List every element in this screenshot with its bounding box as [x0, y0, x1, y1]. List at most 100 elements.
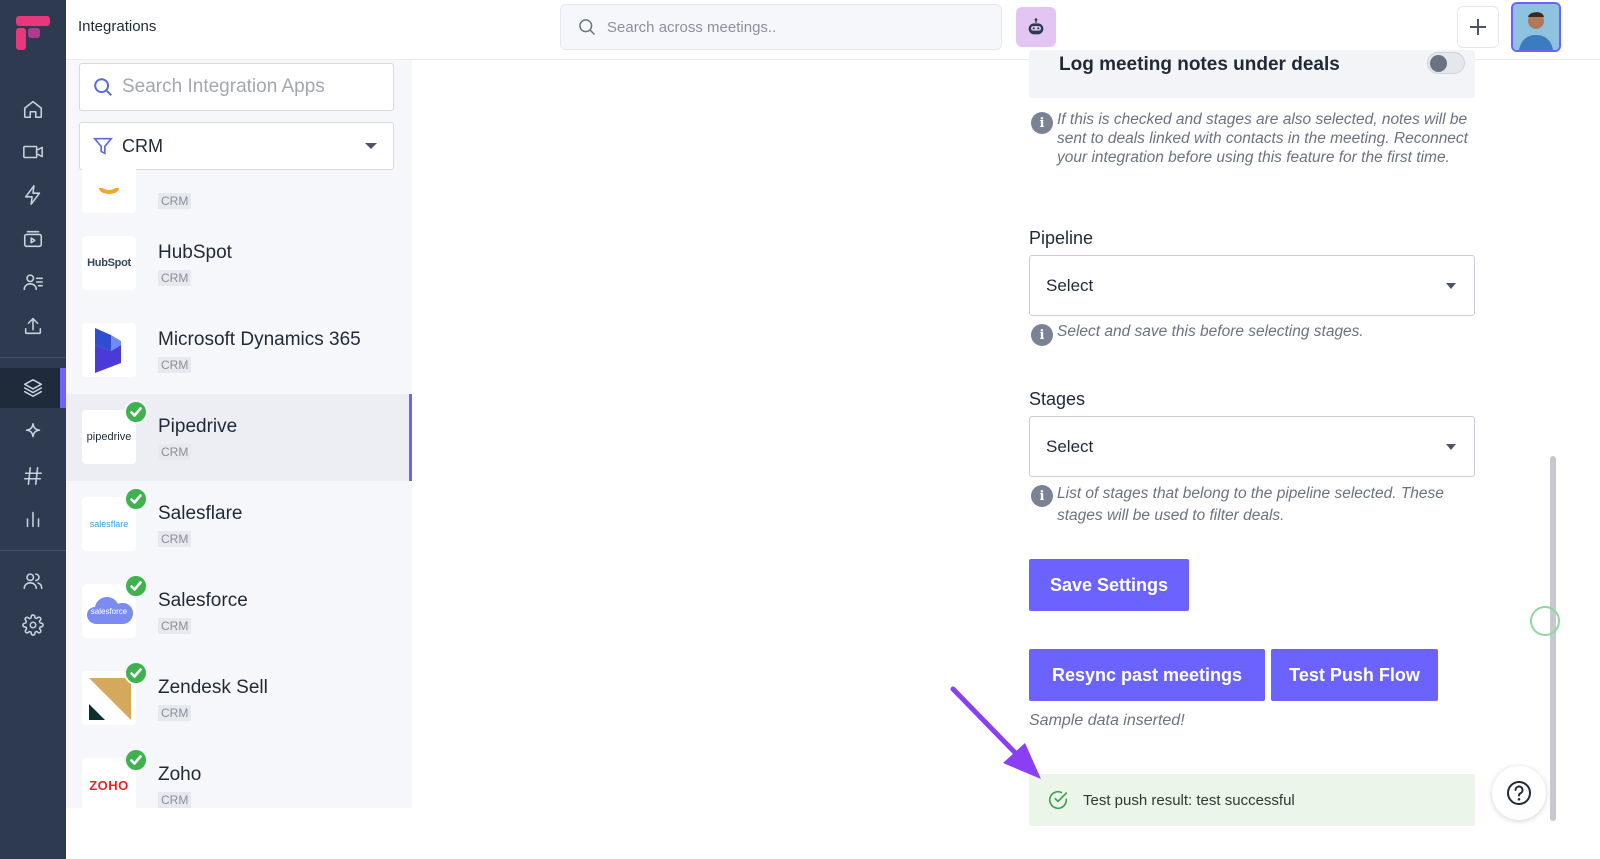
salesforce-logo-text: salesforce [90, 606, 128, 616]
connected-check-icon [124, 400, 148, 424]
integration-name: Zendesk Sell [158, 677, 268, 698]
integration-category-tag: CRM [158, 705, 192, 721]
salesflare-logo-text: salesflare [89, 519, 129, 529]
integration-name: Microsoft Dynamics 365 [158, 329, 361, 350]
hubspot-logo: HubSpot [82, 236, 136, 290]
dynamics-logo-shape [95, 328, 121, 373]
info-icon: i [1031, 485, 1053, 507]
test-push-flow-button[interactable]: Test Push Flow [1271, 649, 1438, 701]
pipeline-info: i Select and save this before selecting … [1031, 322, 1473, 346]
gear-icon [22, 614, 44, 636]
pipeline-select-value: Select [1046, 276, 1094, 295]
integration-category-tag: CRM [158, 357, 192, 373]
search-icon [579, 19, 596, 36]
nav-divider [0, 550, 66, 551]
integration-row-pipedrive[interactable]: pipedrive Pipedrive CRM [66, 394, 412, 481]
zoho-logo-text: ZOHO [89, 777, 129, 793]
scrollbar[interactable] [1550, 456, 1556, 821]
hubspot-logo-text: HubSpot [87, 257, 131, 269]
connected-check-icon [124, 574, 148, 598]
plus-icon [1470, 19, 1486, 35]
integration-name: Zoho [158, 764, 202, 785]
nav-integrations[interactable] [0, 368, 66, 408]
video-camera-icon [23, 145, 43, 159]
integration-row-zoho[interactable]: ZOHO Zoho CRM [66, 742, 412, 808]
question-icon [1507, 781, 1531, 805]
stages-select-value: Select [1046, 437, 1094, 456]
nav-automation[interactable] [0, 175, 66, 215]
nav-ai[interactable] [0, 412, 66, 452]
lightning-icon [24, 185, 41, 205]
integration-search[interactable] [79, 63, 394, 111]
zendesk-logo-shape [89, 678, 131, 720]
log-deals-toggle[interactable] [1427, 52, 1465, 74]
nav-analytics[interactable] [0, 499, 66, 539]
integration-category-tag: CRM [158, 531, 192, 547]
resync-meetings-button[interactable]: Resync past meetings [1029, 649, 1265, 701]
robot-icon [1028, 18, 1044, 35]
add-button[interactable] [1457, 6, 1499, 48]
integration-row-dynamics[interactable]: Microsoft Dynamics 365 CRM [66, 307, 412, 394]
integration-category-tag: CRM [158, 444, 192, 460]
connected-check-icon [124, 748, 148, 772]
nav-home[interactable] [0, 89, 66, 129]
info-icon: i [1031, 112, 1053, 134]
cursor-indicator [1530, 606, 1560, 636]
home-icon [23, 100, 43, 119]
test-push-result: Test push result: test successful [1029, 774, 1475, 826]
help-button[interactable] [1492, 766, 1546, 820]
integration-category-tag: CRM [158, 792, 192, 808]
avatar-portrait [1513, 4, 1559, 50]
pipedrive-logo-text: pipedrive [86, 431, 132, 443]
integration-row-salesflare[interactable]: salesflare Salesflare CRM [66, 481, 412, 568]
app-root: Integrations Search across meetings.. Se… [0, 0, 1600, 859]
annotation-arrow-icon [950, 686, 1041, 779]
stages-info-text: List of stages that belong to the pipeli… [1057, 485, 1444, 524]
user-avatar[interactable] [1511, 2, 1561, 52]
nav-rail [0, 0, 66, 859]
sparkle-icon [25, 422, 41, 438]
stages-select[interactable]: Select [1029, 416, 1475, 477]
app-logo[interactable] [14, 14, 52, 52]
nav-playlists[interactable] [0, 219, 66, 259]
layers-icon [23, 378, 43, 398]
save-settings-button[interactable]: Save Settings [1029, 559, 1189, 611]
integration-name: Pipedrive [158, 416, 238, 437]
integration-row-salesforce[interactable]: salesforce Salesforce CRM [66, 568, 412, 655]
pipeline-info-text: Select and save this before selecting st… [1057, 323, 1364, 340]
global-search[interactable] [560, 4, 1002, 50]
nav-meetings[interactable] [0, 132, 66, 172]
integration-row-zendesk-sell[interactable]: Zendesk Sell CRM [66, 655, 412, 742]
media-stack-icon [23, 230, 43, 248]
page-title: Integrations [78, 18, 157, 35]
pipeline-select[interactable]: Select [1029, 255, 1475, 316]
log-deals-info: i If this is checked and stages are also… [1031, 110, 1473, 167]
integration-category-tag: CRM [158, 270, 192, 286]
stages-info: i List of stages that belong to the pipe… [1031, 483, 1473, 527]
integration-list-panel: CRM CRM HubSpot HubSpot CRM [66, 60, 412, 808]
integration-row-hubspot[interactable]: HubSpot HubSpot CRM [66, 220, 412, 307]
integration-name: HubSpot [158, 242, 232, 263]
search-icon [94, 78, 112, 96]
info-icon: i [1031, 324, 1053, 346]
nav-upload[interactable] [0, 306, 66, 346]
global-search-input[interactable] [607, 18, 967, 36]
nav-channels[interactable] [0, 456, 66, 496]
integration-name: Salesforce [158, 590, 248, 611]
nav-team[interactable] [0, 561, 66, 601]
ai-assistant-button[interactable] [1016, 7, 1056, 47]
users-icon [23, 573, 43, 590]
log-deals-setting: Log meeting notes under deals [1029, 50, 1475, 98]
bar-chart-icon [26, 511, 40, 528]
integration-row-partial[interactable]: CRM [66, 143, 412, 230]
integration-logo [82, 159, 136, 213]
nav-contacts[interactable] [0, 262, 66, 302]
integration-search-input[interactable] [122, 76, 382, 98]
nav-settings[interactable] [0, 605, 66, 645]
nav-divider [0, 357, 66, 358]
chevron-down-icon [1446, 283, 1456, 289]
upload-icon [24, 317, 42, 335]
integration-name: Salesflare [158, 503, 243, 524]
pipeline-label: Pipeline [1029, 228, 1094, 248]
test-push-result-text: Test push result: test successful [1083, 791, 1295, 809]
